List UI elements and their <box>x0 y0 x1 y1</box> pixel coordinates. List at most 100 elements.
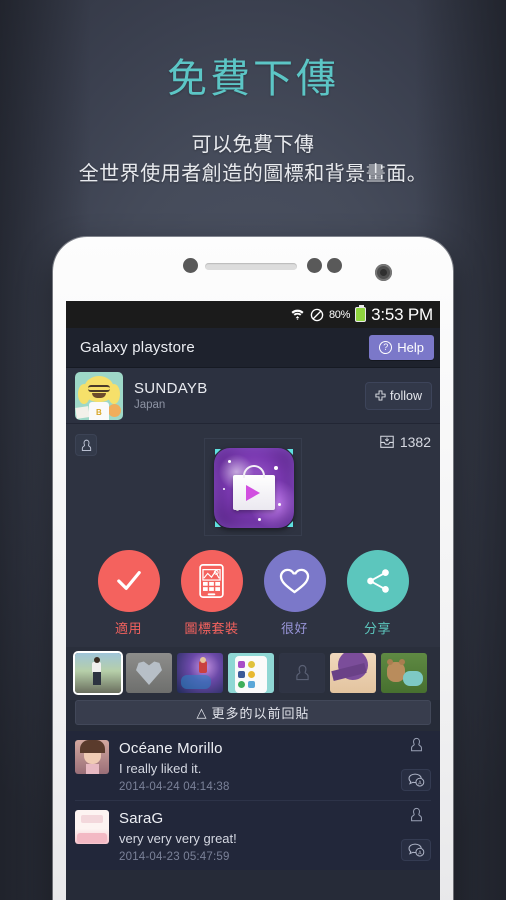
heart-icon <box>263 550 326 612</box>
thumb-purple-hair[interactable] <box>330 653 376 693</box>
action-buttons: 適用 圖標套裝 很好 分享 <box>66 536 440 647</box>
thumb-placeholder[interactable] <box>279 653 325 693</box>
comment-text: very very very great! <box>119 831 237 846</box>
star-icon <box>274 466 278 470</box>
app-bar: Galaxy playstore ? Help <box>66 328 440 368</box>
check-icon <box>97 550 160 612</box>
comment-actions: A <box>401 737 431 791</box>
promo-subtitle-line2: 全世界使用者創造的圖標和背景畫面。 <box>78 163 428 186</box>
app-icon-frame[interactable] <box>204 438 302 536</box>
battery-icon <box>355 304 367 322</box>
comment-list: Océane Morillo I really liked it. 2014-0… <box>66 731 440 870</box>
phone-top-bezel <box>53 237 453 301</box>
avatar-glasses-icon <box>88 384 110 392</box>
sensor-dot-icon <box>327 258 342 273</box>
avatar-mustache-icon <box>92 392 106 398</box>
item-detail: 1382 適用 圖標套裝 很好 分享 <box>66 424 440 647</box>
comment-author: SaraG <box>119 810 164 827</box>
translate-icon[interactable]: A <box>401 839 431 861</box>
follow-button[interactable]: follow <box>365 381 432 410</box>
star-icon <box>223 488 225 490</box>
comment-body: Océane Morillo I really liked it. 2014-0… <box>119 740 431 793</box>
help-button-label: Help <box>397 340 424 355</box>
status-bar: 80% 3:53 PM <box>66 301 440 328</box>
avatar-shirt <box>89 401 109 420</box>
comment-actions: A <box>401 807 431 861</box>
bag-handle <box>243 465 265 478</box>
promo-subtitle: 可以免費下傳 全世界使用者創造的圖標和背景畫面。 <box>0 131 506 189</box>
front-camera-icon <box>375 264 392 281</box>
avatar[interactable] <box>75 371 123 420</box>
app-title: Galaxy playstore <box>80 339 195 356</box>
corner-accent-icon <box>287 449 293 455</box>
phone-device: 80% 3:53 PM Galaxy playstore ? Help B SU… <box>53 237 453 900</box>
person-icon[interactable] <box>410 807 423 823</box>
promo-headline: 免費下傳 可以免費下傳 全世界使用者創造的圖標和背景畫面。 <box>0 0 506 189</box>
action-like-label: 很好 <box>280 621 308 636</box>
corner-accent-icon <box>215 449 221 455</box>
avatar[interactable] <box>75 810 109 844</box>
profile-row[interactable]: SUNDAYB Japan follow <box>66 368 440 424</box>
star-icon <box>228 460 231 463</box>
person-icon <box>295 664 309 681</box>
svg-text:A: A <box>418 850 422 856</box>
clock-label: 3:53 PM <box>371 304 433 324</box>
profile-name: SUNDAYB <box>134 380 208 397</box>
profile-meta: SUNDAYB Japan <box>134 380 354 411</box>
action-icon-pack[interactable]: 圖標套裝 <box>180 550 243 637</box>
comment-timestamp: 2014-04-23 05:47:59 <box>119 851 230 863</box>
avatar-ball <box>108 403 121 417</box>
page-title: 免費下傳 <box>167 57 339 101</box>
galaxy-playstore-icon <box>214 448 294 528</box>
action-icon-pack-label: 圖標套裝 <box>184 621 239 636</box>
more-posts-label: 更多的以前回貼 <box>211 706 310 721</box>
star-icon <box>258 518 261 521</box>
action-like[interactable]: 很好 <box>263 550 326 637</box>
help-button[interactable]: ? Help <box>369 335 434 360</box>
thumb-fantasy-art[interactable] <box>177 653 223 693</box>
shopping-bag-icon <box>233 465 275 510</box>
corner-accent-icon <box>215 521 221 527</box>
list-item[interactable]: Océane Morillo I really liked it. 2014-0… <box>75 731 431 800</box>
comment-text: I really liked it. <box>119 761 202 776</box>
person-icon[interactable] <box>410 737 423 753</box>
author-icon[interactable] <box>75 434 97 456</box>
action-apply-label: 適用 <box>114 621 142 636</box>
sensor-dot-icon <box>307 258 322 273</box>
comment-body: SaraG very very very great! 2014-04-23 0… <box>119 810 431 863</box>
corner-accent-icon <box>287 521 293 527</box>
more-posts-button[interactable]: △ 更多的以前回貼 <box>75 700 431 725</box>
profile-location: Japan <box>134 399 166 411</box>
play-triangle-icon <box>246 485 260 501</box>
avatar-paper <box>75 405 90 419</box>
caret-up-icon: △ <box>196 704 208 720</box>
thumb-teddy-bear[interactable] <box>381 653 427 693</box>
thumb-person-photo[interactable] <box>75 653 121 693</box>
thumb-icon-pack[interactable] <box>228 653 274 693</box>
earpiece-speaker <box>205 263 297 270</box>
icon-pack-icon <box>180 550 243 612</box>
thumb-stone-heart[interactable] <box>126 653 172 693</box>
proximity-sensor-icon <box>183 258 198 273</box>
comment-timestamp: 2014-04-24 04:14:38 <box>119 781 230 793</box>
wifi-icon <box>290 308 305 321</box>
download-count-icon <box>380 435 394 448</box>
avatar[interactable] <box>75 740 109 774</box>
follow-button-label: follow <box>390 388 422 403</box>
battery-percent-label: 80% <box>328 308 351 321</box>
translate-icon[interactable]: A <box>401 769 431 791</box>
download-count-label: 1382 <box>399 434 431 450</box>
action-share[interactable]: 分享 <box>346 550 409 637</box>
download-count: 1382 <box>379 434 431 450</box>
share-icon <box>346 550 409 612</box>
comment-author: Océane Morillo <box>119 740 223 757</box>
action-apply[interactable]: 適用 <box>97 550 160 637</box>
do-not-disturb-icon <box>310 308 324 322</box>
phone-screen: 80% 3:53 PM Galaxy playstore ? Help B SU… <box>66 301 440 900</box>
action-share-label: 分享 <box>363 621 391 636</box>
svg-text:A: A <box>418 780 422 786</box>
list-item[interactable]: SaraG very very very great! 2014-04-23 0… <box>75 800 431 870</box>
star-icon <box>278 503 281 506</box>
thumbnail-strip[interactable] <box>66 647 440 700</box>
promo-subtitle-line1: 可以免費下傳 <box>191 134 315 157</box>
